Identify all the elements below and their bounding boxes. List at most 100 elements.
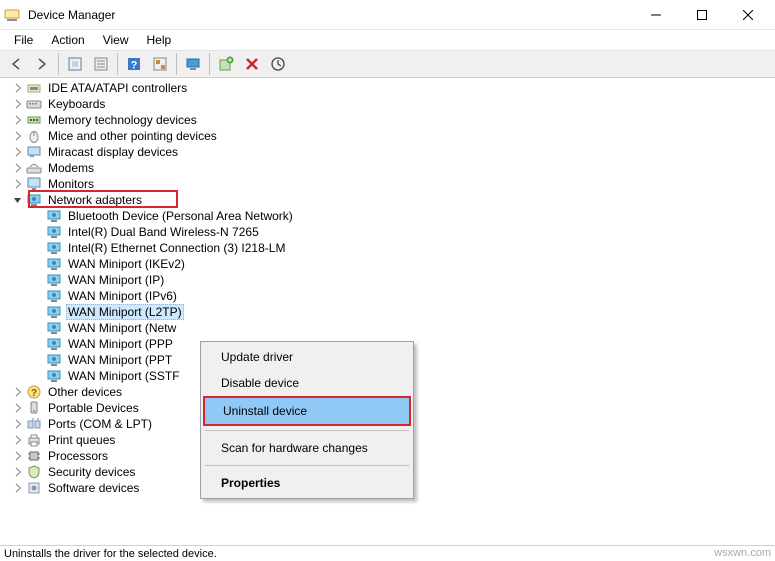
menu-view[interactable]: View	[95, 31, 137, 49]
menu-help[interactable]: Help	[139, 31, 180, 49]
toolbar-update-button[interactable]	[266, 52, 290, 76]
portable-icon	[26, 400, 42, 416]
menu-action[interactable]: Action	[43, 31, 92, 49]
printer-icon	[26, 432, 42, 448]
window-controls	[633, 0, 771, 30]
app-icon	[4, 7, 20, 23]
tree-item[interactable]: Intel(R) Dual Band Wireless-N 7265	[0, 224, 775, 240]
expander-closed-icon[interactable]	[10, 96, 26, 112]
memory-icon	[26, 112, 42, 128]
tree-item-label: Monitors	[46, 177, 96, 191]
network-icon	[46, 352, 62, 368]
expander-closed-icon[interactable]	[10, 144, 26, 160]
context-menu-item[interactable]: Scan for hardware changes	[203, 435, 411, 461]
tree-item-label: Processors	[46, 449, 110, 463]
tree-item[interactable]: Monitors	[0, 176, 775, 192]
toolbar-btn-1[interactable]	[63, 52, 87, 76]
expander-closed-icon[interactable]	[10, 80, 26, 96]
toolbar-remove-button[interactable]	[240, 52, 264, 76]
tree-item-label: WAN Miniport (IP)	[66, 273, 166, 287]
network-icon	[46, 336, 62, 352]
toolbar-separator	[209, 53, 210, 75]
tree-item-label: WAN Miniport (IKEv2)	[66, 257, 187, 271]
context-menu-separator	[205, 465, 409, 466]
status-bar: Uninstalls the driver for the selected d…	[0, 545, 775, 561]
tree-item[interactable]: WAN Miniport (Netw	[0, 320, 775, 336]
tree-item[interactable]: WAN Miniport (IP)	[0, 272, 775, 288]
toolbar-btn-2[interactable]	[89, 52, 113, 76]
tree-item-label: Mice and other pointing devices	[46, 129, 219, 143]
tree-item[interactable]: Intel(R) Ethernet Connection (3) I218-LM	[0, 240, 775, 256]
tree-item-label: Intel(R) Ethernet Connection (3) I218-LM	[66, 241, 287, 255]
expander-none	[30, 272, 46, 288]
security-icon	[26, 464, 42, 480]
svg-text:?: ?	[131, 60, 138, 72]
software-icon	[26, 480, 42, 496]
toolbar-separator	[58, 53, 59, 75]
expander-none	[30, 288, 46, 304]
tree-item[interactable]: Modems	[0, 160, 775, 176]
tree-item[interactable]: Memory technology devices	[0, 112, 775, 128]
network-icon	[46, 240, 62, 256]
expander-open-icon[interactable]	[10, 192, 26, 208]
expander-closed-icon[interactable]	[10, 464, 26, 480]
maximize-button[interactable]	[679, 0, 725, 30]
toolbar-add-button[interactable]	[214, 52, 238, 76]
tree-item-label: Memory technology devices	[46, 113, 199, 127]
tree-item-label: Modems	[46, 161, 96, 175]
forward-button[interactable]	[30, 52, 54, 76]
expander-closed-icon[interactable]	[10, 112, 26, 128]
network-icon	[46, 224, 62, 240]
minimize-button[interactable]	[633, 0, 679, 30]
tree-item[interactable]: Bluetooth Device (Personal Area Network)	[0, 208, 775, 224]
tree-item-label: Bluetooth Device (Personal Area Network)	[66, 209, 295, 223]
tree-item[interactable]: Mice and other pointing devices	[0, 128, 775, 144]
context-menu-item[interactable]: Update driver	[203, 344, 411, 370]
expander-closed-icon[interactable]	[10, 384, 26, 400]
expander-closed-icon[interactable]	[10, 160, 26, 176]
context-menu-item[interactable]: Properties	[203, 470, 411, 496]
tree-item-label: IDE ATA/ATAPI controllers	[46, 81, 189, 95]
expander-closed-icon[interactable]	[10, 176, 26, 192]
network-icon	[46, 208, 62, 224]
network-icon	[46, 288, 62, 304]
tree-item[interactable]: WAN Miniport (IKEv2)	[0, 256, 775, 272]
network-icon	[46, 272, 62, 288]
expander-none	[30, 208, 46, 224]
expander-closed-icon[interactable]	[10, 416, 26, 432]
tree-item-label: Miracast display devices	[46, 145, 180, 159]
expander-closed-icon[interactable]	[10, 480, 26, 496]
expander-closed-icon[interactable]	[10, 448, 26, 464]
close-button[interactable]	[725, 0, 771, 30]
tree-item[interactable]: IDE ATA/ATAPI controllers	[0, 80, 775, 96]
toolbar-scan-button[interactable]	[181, 52, 205, 76]
toolbar-help-button[interactable]: ?	[122, 52, 146, 76]
context-menu-separator	[205, 430, 409, 431]
tree-item[interactable]: Network adapters	[0, 192, 775, 208]
monitor-icon	[26, 176, 42, 192]
back-button[interactable]	[4, 52, 28, 76]
tree-item[interactable]: WAN Miniport (L2TP)	[0, 304, 775, 320]
menu-bar: FileActionViewHelp	[0, 30, 775, 50]
menu-file[interactable]: File	[6, 31, 41, 49]
expander-closed-icon[interactable]	[10, 128, 26, 144]
context-menu-item[interactable]: Disable device	[203, 370, 411, 396]
tree-item-label: Ports (COM & LPT)	[46, 417, 154, 431]
expander-none	[30, 320, 46, 336]
tree-item[interactable]: WAN Miniport (IPv6)	[0, 288, 775, 304]
status-text: Uninstalls the driver for the selected d…	[4, 548, 217, 560]
expander-closed-icon[interactable]	[10, 432, 26, 448]
tree-item[interactable]: Miracast display devices	[0, 144, 775, 160]
expander-none	[30, 224, 46, 240]
tree-item[interactable]: Keyboards	[0, 96, 775, 112]
other-icon: ?	[26, 384, 42, 400]
context-menu-item[interactable]: Uninstall device	[203, 396, 411, 426]
title-bar: Device Manager	[0, 0, 775, 30]
expander-closed-icon[interactable]	[10, 400, 26, 416]
tree-item-label: Keyboards	[46, 97, 107, 111]
watermark: wsxwn.com	[714, 547, 771, 559]
toolbar-separator	[176, 53, 177, 75]
expander-none	[30, 240, 46, 256]
toolbar-btn-4[interactable]	[148, 52, 172, 76]
tree-item-label: Software devices	[46, 481, 141, 495]
